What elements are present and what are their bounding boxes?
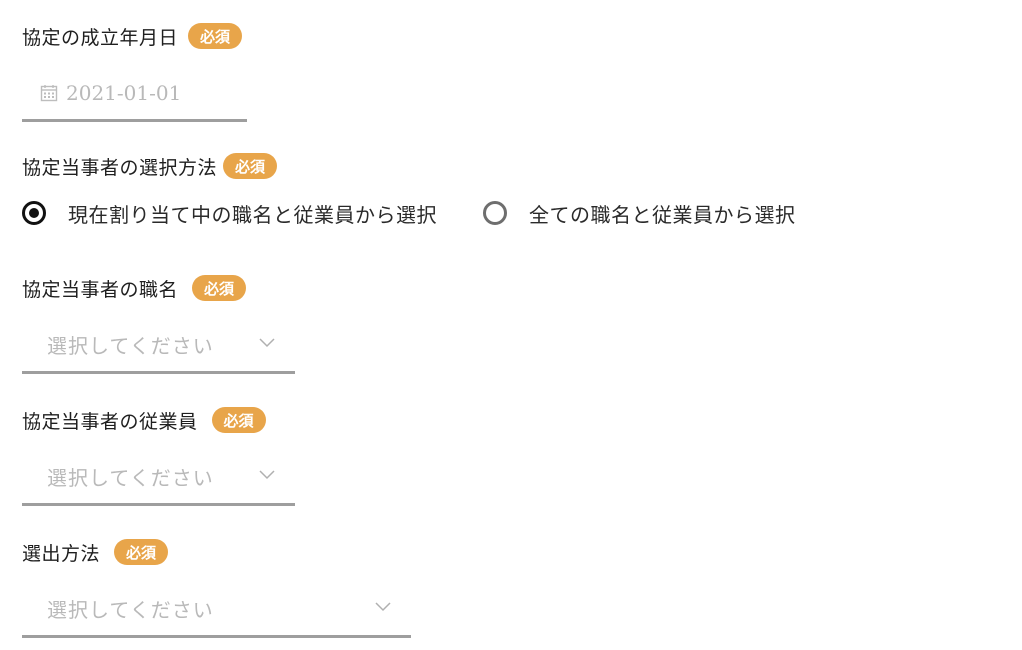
agreement-date-field[interactable]: 2021-01-01 xyxy=(22,66,247,122)
required-badge: 必須 xyxy=(188,23,243,49)
agreement-form: 協定の成立年月日 必須 2021-01-01 協定当事者の選択方法 必須 現在割… xyxy=(0,0,1022,650)
election-method-select[interactable]: 選択してください xyxy=(22,582,411,638)
party-employee-label-row: 協定当事者の従業員 必須 xyxy=(22,404,266,436)
election-method-label: 選出方法 xyxy=(22,542,101,565)
chevron-down-icon xyxy=(259,338,275,348)
required-badge: 必須 xyxy=(192,275,247,301)
required-badge: 必須 xyxy=(114,539,169,565)
election-method-label-row: 選出方法 必須 xyxy=(22,536,169,568)
radio-checked-icon[interactable] xyxy=(22,201,46,225)
election-method-placeholder: 選択してください xyxy=(47,598,214,622)
chevron-down-icon xyxy=(259,470,275,480)
party-job-title-label-row: 協定当事者の職名 必須 xyxy=(22,272,247,304)
radio-all-titles[interactable]: 全ての職名と従業員から選択 xyxy=(483,199,796,228)
chevron-down-icon xyxy=(375,602,391,612)
radio-label-current-assignments: 現在割り当て中の職名と従業員から選択 xyxy=(68,202,437,227)
required-badge: 必須 xyxy=(211,407,266,433)
radio-unchecked-icon[interactable] xyxy=(483,201,507,225)
party-job-title-label: 協定当事者の職名 xyxy=(22,278,179,301)
selection-method-label: 協定当事者の選択方法 xyxy=(22,156,218,179)
agreement-date-label: 協定の成立年月日 xyxy=(22,26,179,49)
selection-method-label-row: 協定当事者の選択方法 必須 xyxy=(22,150,278,182)
radio-label-all-titles: 全ての職名と従業員から選択 xyxy=(529,202,796,227)
party-job-title-placeholder: 選択してください xyxy=(47,334,214,358)
party-job-title-select[interactable]: 選択してください xyxy=(22,318,295,374)
selection-method-radio-group: 現在割り当て中の職名と従業員から選択 全ての職名と従業員から選択 xyxy=(22,196,796,230)
radio-current-assignments[interactable]: 現在割り当て中の職名と従業員から選択 xyxy=(22,199,437,228)
party-employee-label: 協定当事者の従業員 xyxy=(22,410,198,433)
party-employee-select[interactable]: 選択してください xyxy=(22,450,295,506)
agreement-date-placeholder: 2021-01-01 xyxy=(66,80,182,105)
agreement-date-label-row: 協定の成立年月日 必須 xyxy=(22,20,243,52)
calendar-icon xyxy=(40,84,58,101)
required-badge: 必須 xyxy=(223,153,278,179)
party-employee-placeholder: 選択してください xyxy=(47,466,214,490)
